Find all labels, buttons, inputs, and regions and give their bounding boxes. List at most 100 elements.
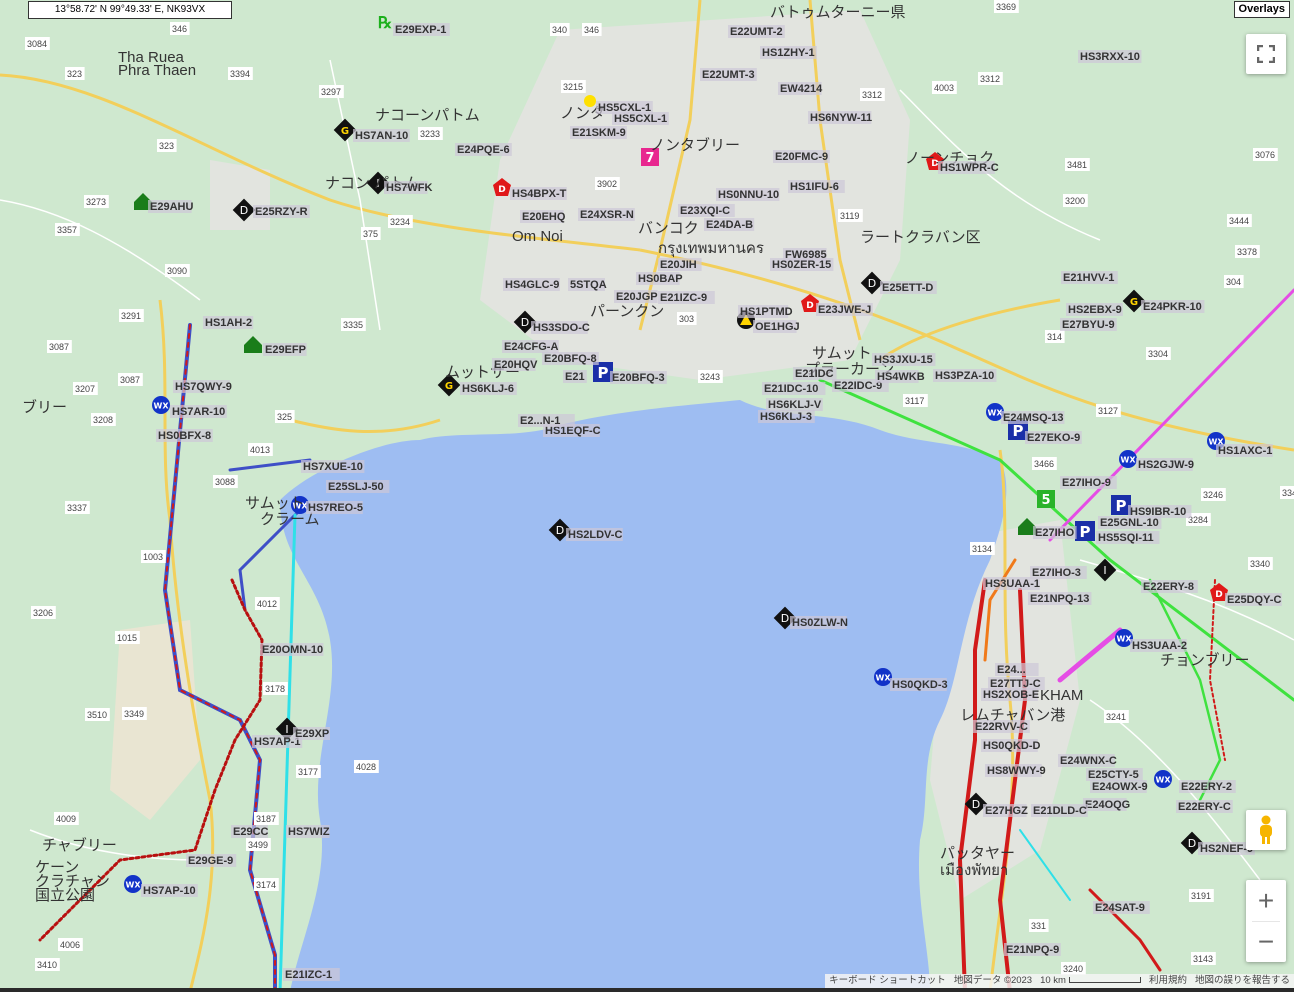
station-callsign[interactable]: HS7AN-10 (353, 129, 410, 142)
station-callsign[interactable]: HS3UAA-2 (1130, 639, 1187, 652)
weather-station-icon[interactable]: WX (124, 875, 142, 893)
station-callsign[interactable]: E24XSR-N (578, 208, 635, 221)
station-callsign[interactable]: HS3PZA-10 (933, 369, 997, 382)
station-callsign[interactable]: E29EXP-1 (393, 23, 450, 36)
zoom-in-button[interactable]: + (1246, 881, 1286, 921)
station-callsign[interactable]: E25RZY-R (253, 205, 310, 218)
station-callsign[interactable]: HS7REO-5 (306, 501, 363, 514)
weather-station-icon[interactable]: WX (874, 668, 892, 686)
station-callsign[interactable]: E20BFQ-3 (610, 371, 667, 384)
station-callsign[interactable]: E22UMT-2 (728, 25, 785, 38)
station-callsign[interactable]: E29CC (231, 825, 269, 838)
station-callsign[interactable]: HS2LDV-C (566, 528, 623, 541)
station-callsign[interactable]: HS1WPR-C (938, 161, 999, 174)
station-callsign[interactable]: HS7QWY-9 (173, 380, 232, 393)
station-callsign[interactable]: E25ETT-D (880, 281, 937, 294)
fullscreen-button[interactable] (1246, 34, 1286, 74)
station-callsign[interactable]: E22RVV-C (973, 720, 1030, 733)
station-callsign[interactable]: E23XQI-C (678, 204, 735, 217)
station-callsign[interactable]: E20FMC-9 (773, 150, 830, 163)
station-callsign[interactable]: E27IHO (1033, 526, 1077, 539)
station-callsign[interactable]: E21SKM-9 (570, 126, 627, 139)
station-callsign[interactable]: HS0BFX-8 (156, 429, 213, 442)
zoom-out-button[interactable]: − (1246, 922, 1286, 962)
station-callsign[interactable]: E24OQG (1083, 798, 1130, 811)
number-five-icon[interactable]: 5 (1037, 490, 1055, 508)
station-callsign[interactable]: E21IZC-9 (658, 291, 715, 304)
station-callsign[interactable]: E22ERY-8 (1141, 580, 1198, 593)
parking-icon[interactable]: P (1075, 521, 1095, 541)
station-callsign[interactable]: E24... (995, 663, 1039, 676)
station-callsign[interactable]: E24DA-B (704, 218, 755, 231)
station-callsign[interactable]: HS1PTMD (738, 305, 793, 318)
station-callsign[interactable]: E22ERY-2 (1179, 780, 1236, 793)
overlays-button[interactable]: Overlays (1233, 1, 1290, 18)
map-view[interactable]: D I D D I I D D D D WX WX WX WX WX WX WX… (0, 0, 1294, 992)
station-callsign[interactable]: E21 (563, 370, 587, 383)
station-callsign[interactable]: HS6NYW-11 (808, 111, 872, 124)
station-callsign[interactable]: HS2EBX-9 (1066, 303, 1123, 316)
station-callsign[interactable]: HS7WIZ (286, 825, 330, 838)
station-callsign[interactable]: HS7XUE-10 (301, 460, 365, 473)
station-callsign[interactable]: E22ERY-C (1176, 800, 1233, 813)
station-callsign[interactable]: OE1HGJ (753, 320, 800, 333)
station-callsign[interactable]: E27BYU-9 (1060, 318, 1117, 331)
station-callsign[interactable]: E24OWX-9 (1090, 780, 1148, 793)
station-callsign[interactable]: HS1IFU-6 (788, 180, 845, 193)
station-callsign[interactable]: 5STQA (568, 278, 607, 291)
station-callsign[interactable]: HS8WWY-9 (985, 764, 1046, 777)
weather-station-icon[interactable]: WX (152, 396, 170, 414)
station-callsign[interactable]: E20HQV (492, 358, 538, 371)
station-callsign[interactable]: HS0ZER-15 (770, 258, 834, 271)
station-callsign[interactable]: HS3RXX-10 (1078, 50, 1142, 63)
station-callsign[interactable]: HS7AR-10 (170, 405, 227, 418)
station-callsign[interactable]: HS6KLJ-6 (460, 382, 517, 395)
station-callsign[interactable]: E21HVV-1 (1061, 271, 1118, 284)
station-callsign[interactable]: E24WNX-C (1058, 754, 1117, 767)
station-callsign[interactable]: HS6KLJ-3 (758, 410, 815, 423)
station-callsign[interactable]: E29EFP (263, 343, 307, 356)
station-callsign[interactable]: E24PKR-10 (1141, 300, 1205, 313)
station-callsign[interactable]: HS0ZLW-N (790, 616, 848, 629)
station-callsign[interactable]: HS4WKB (875, 370, 925, 383)
street-view-pegman[interactable] (1246, 810, 1286, 850)
station-callsign[interactable]: HS1AXC-1 (1216, 444, 1273, 457)
station-callsign[interactable]: E25SLJ-50 (326, 480, 390, 493)
station-callsign[interactable]: E20EHQ (520, 210, 566, 223)
weather-station-icon[interactable]: WX (1119, 450, 1137, 468)
station-callsign[interactable]: E21IZC-1 (283, 968, 340, 981)
station-callsign[interactable]: E21IDC (793, 367, 837, 380)
station-callsign[interactable]: E23JWE-J (816, 303, 873, 316)
station-callsign[interactable]: E2...N-1 (518, 414, 575, 427)
report-error-link[interactable]: 地図の誤りを報告する (1195, 974, 1290, 988)
station-callsign[interactable]: E27EKO-9 (1025, 431, 1082, 444)
station-callsign[interactable]: HS1ZHY-1 (760, 46, 817, 59)
station-callsign[interactable]: E20BFQ-8 (542, 352, 599, 365)
station-callsign[interactable]: E25CTY-5 (1086, 768, 1143, 781)
station-callsign[interactable]: E22UMT-3 (700, 68, 757, 81)
station-callsign[interactable]: HS1AH-2 (203, 316, 254, 329)
station-callsign[interactable]: E21NPQ-13 (1028, 592, 1092, 605)
station-callsign[interactable]: HS2XOB-E (981, 688, 1039, 701)
station-callsign[interactable]: HS5CXL-1 (612, 112, 669, 125)
station-callsign[interactable]: HS3SDO-C (531, 321, 590, 334)
station-callsign[interactable]: HS4GLC-9 (503, 278, 560, 291)
station-callsign[interactable]: E24PQE-6 (455, 143, 512, 156)
station-callsign[interactable]: E25GNL-10 (1098, 516, 1162, 529)
keyboard-shortcuts-link[interactable]: キーボード ショートカット (829, 974, 946, 988)
station-callsign[interactable]: E21DLD-C (1031, 804, 1088, 817)
station-callsign[interactable]: E29AHU (148, 200, 193, 213)
station-callsign[interactable]: E27HGZ (983, 804, 1028, 817)
station-callsign[interactable]: HS3UAA-1 (983, 577, 1040, 590)
station-callsign[interactable]: HS4BPX-T (510, 187, 567, 200)
station-callsign[interactable]: HS7AP-10 (141, 884, 198, 897)
station-callsign[interactable]: HS6KLJ-V (766, 398, 823, 411)
weather-station-icon[interactable]: WX (1154, 770, 1172, 788)
station-callsign[interactable]: EW4214 (778, 82, 823, 95)
station-callsign[interactable]: HS0QKD-3 (890, 678, 948, 691)
station-callsign[interactable]: E24SAT-9 (1093, 901, 1150, 914)
map-base[interactable]: D I D D I I D D D D WX WX WX WX WX WX WX… (0, 0, 1294, 992)
terms-link[interactable]: 利用規約 (1149, 974, 1187, 988)
station-callsign[interactable]: E20JIH (658, 258, 702, 271)
station-callsign[interactable]: E25DQY-C (1225, 593, 1282, 606)
